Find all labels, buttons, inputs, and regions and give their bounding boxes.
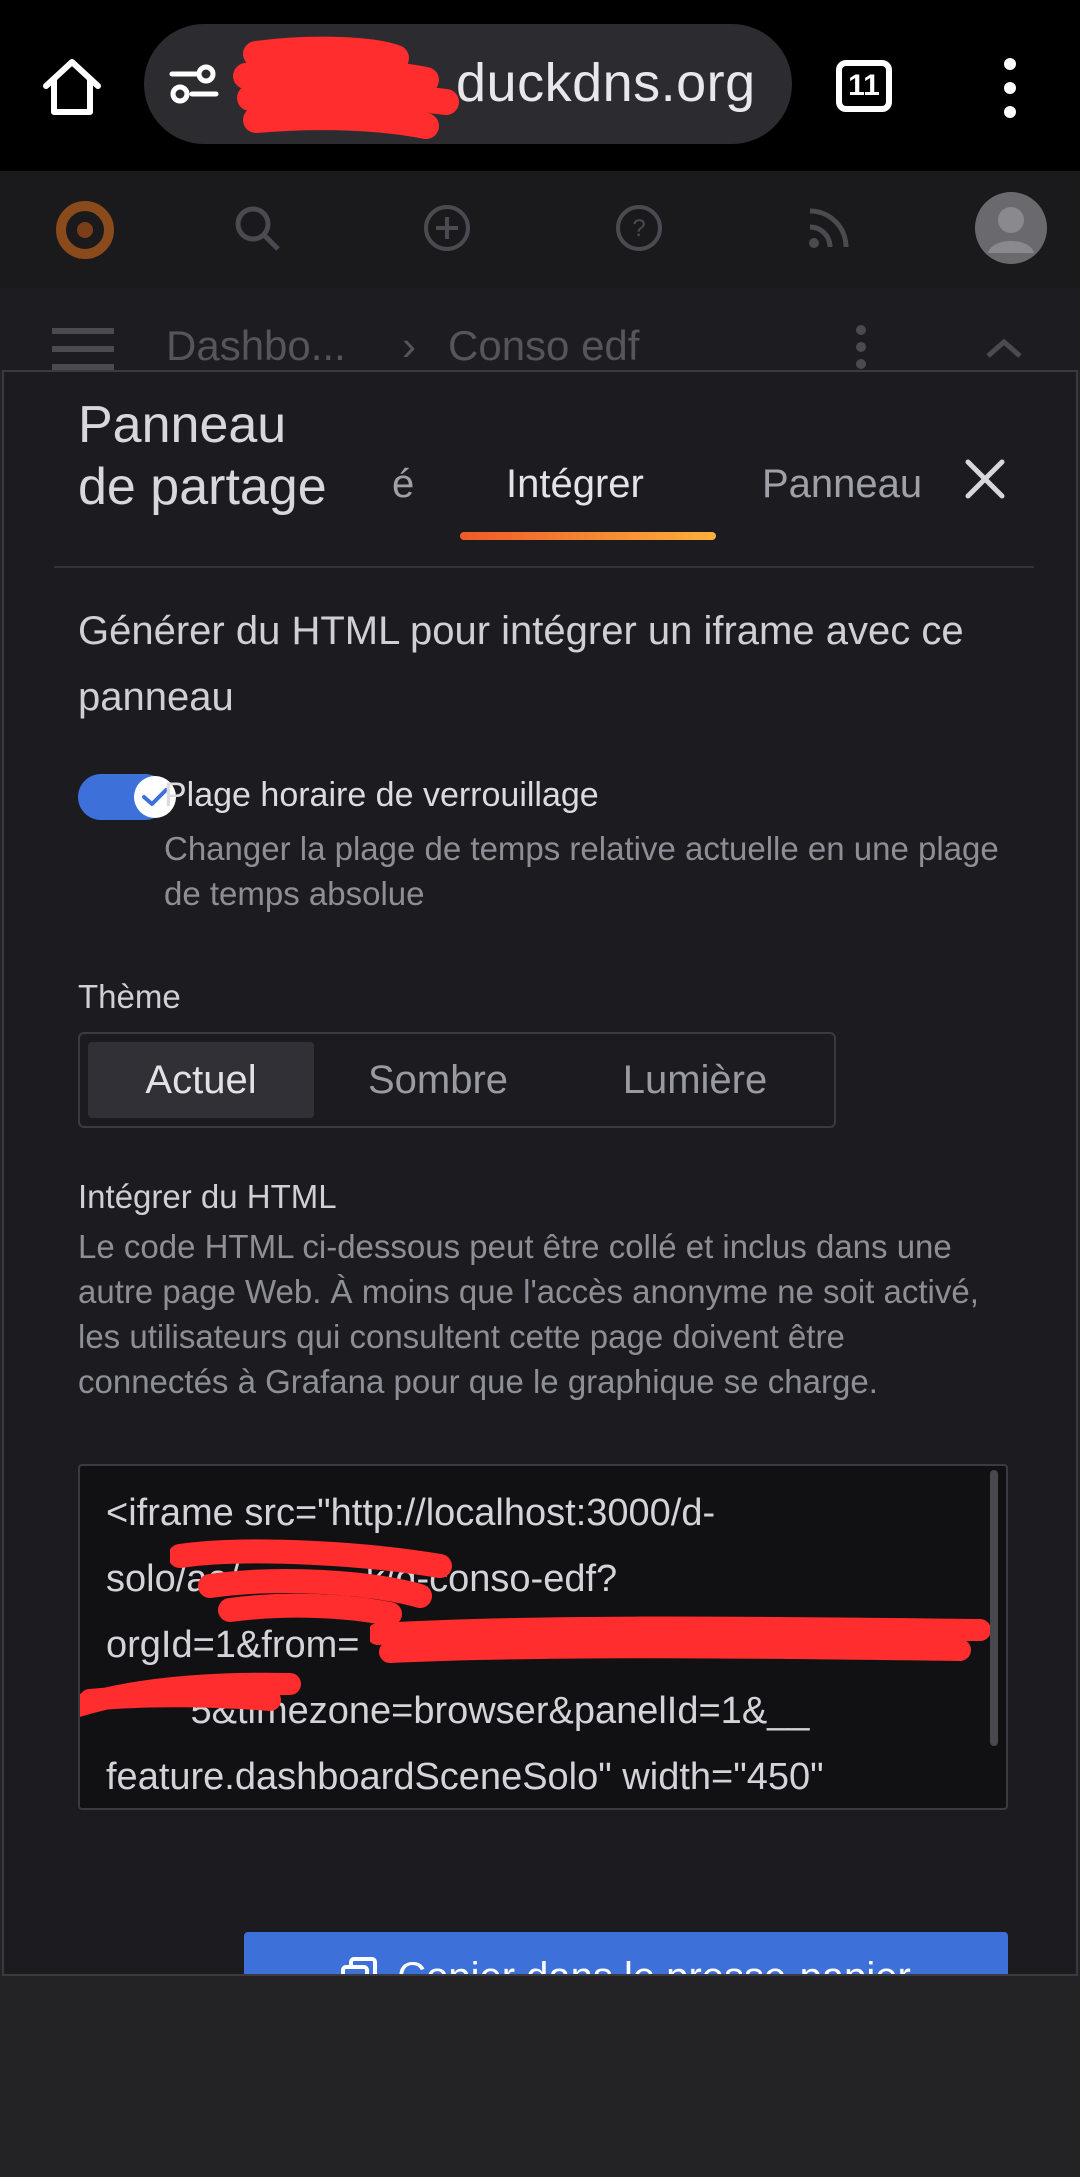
breadcrumb-current[interactable]: Conso edf: [448, 322, 639, 370]
active-tab-indicator: [460, 532, 716, 540]
url-text: duckdns.org: [456, 53, 756, 113]
embed-html-label: Intégrer du HTML: [78, 1178, 337, 1215]
lock-time-range-toggle[interactable]: [78, 774, 176, 820]
toggle-label: Plage horaire de verrouillage: [164, 776, 599, 814]
tab-panel[interactable]: Panneau: [762, 462, 922, 507]
drawer-title: Panneau de partage: [78, 396, 327, 516]
hamburger-menu-icon[interactable]: [52, 328, 114, 372]
share-panel-drawer: Panneau de partage é Intégrer Panneau Gé…: [2, 370, 1078, 1976]
redaction-mark: [80, 1672, 301, 1717]
address-bar[interactable]: duckdns.org: [144, 24, 792, 144]
theme-option-light[interactable]: Lumière: [564, 1042, 826, 1118]
grafana-logo-icon[interactable]: [50, 193, 120, 263]
tab-link[interactable]: é: [392, 462, 414, 507]
kebab-menu-icon[interactable]: [852, 324, 870, 370]
embed-code-textarea[interactable]: <iframe src="http://localhost:3000/d- so…: [78, 1464, 1008, 1810]
tab-embed[interactable]: Intégrer: [506, 462, 644, 507]
grafana-topbar: ?: [0, 171, 1080, 288]
code-line-5: feature.dashboardSceneSolo" width="450": [106, 1756, 824, 1798]
embed-description: Générer du HTML pour intégrer un iframe …: [78, 609, 964, 719]
browser-toolbar: duckdns.org 11: [0, 0, 1080, 171]
redaction-mark: [370, 1616, 990, 1663]
theme-label: Thème: [78, 978, 181, 1015]
copy-to-clipboard-button[interactable]: Copier dans le presse-papier: [244, 1932, 1008, 1975]
copy-button-label: Copier dans le presse-papier: [397, 1955, 911, 1975]
copy-icon: [341, 1957, 378, 1974]
breadcrumb-separator: ›: [402, 322, 416, 369]
toggle-description: Changer la plage de temps relative actue…: [164, 830, 999, 912]
chevron-up-icon[interactable]: [984, 336, 1024, 360]
page-background: [0, 1976, 1080, 2177]
scrollbar[interactable]: [990, 1470, 998, 1746]
breadcrumb-root[interactable]: Dashbo...: [166, 322, 346, 370]
search-icon[interactable]: [232, 203, 282, 253]
embed-html-description: Le code HTML ci-dessous peut être collé …: [78, 1228, 979, 1400]
add-icon[interactable]: [422, 203, 472, 253]
redaction-mark: [233, 36, 459, 139]
divider: [54, 566, 1034, 568]
theme-radio-group: Actuel Sombre Lumière: [78, 1032, 836, 1128]
theme-option-dark[interactable]: Sombre: [320, 1042, 556, 1118]
news-feed-icon[interactable]: [806, 205, 852, 251]
home-icon[interactable]: [36, 52, 108, 124]
svg-text:?: ?: [632, 215, 645, 242]
site-settings-icon[interactable]: [166, 60, 222, 108]
theme-option-current[interactable]: Actuel: [88, 1042, 314, 1118]
grafana-breadcrumb-bar: Dashbo... › Conso edf: [0, 288, 1080, 370]
close-icon[interactable]: [962, 456, 1008, 502]
more-options-icon[interactable]: [992, 56, 1028, 120]
tab-switcher-button[interactable]: 11: [836, 60, 892, 112]
help-icon[interactable]: ?: [614, 203, 664, 253]
user-avatar-icon[interactable]: [974, 191, 1048, 265]
